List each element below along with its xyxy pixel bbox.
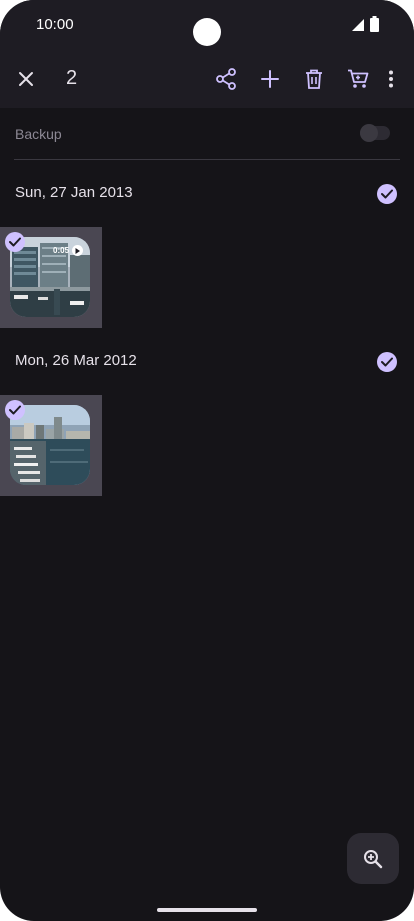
select-group-checkbox[interactable] (377, 352, 397, 372)
status-time: 10:00 (36, 16, 74, 33)
tile-check (5, 232, 25, 252)
tile-check (5, 400, 25, 420)
zoom-in-icon (364, 849, 383, 868)
divider (14, 159, 400, 160)
battery-icon (370, 16, 379, 32)
check-icon (9, 405, 21, 415)
date-header: Sun, 27 Jan 2013 (0, 173, 414, 213)
backup-row: Backup (0, 108, 414, 160)
toggle-knob (360, 124, 378, 142)
backup-label: Backup (15, 126, 62, 142)
share-button[interactable] (204, 50, 248, 108)
share-icon (216, 68, 236, 90)
more-options-button[interactable] (374, 50, 408, 108)
check-icon (381, 189, 393, 199)
play-icon (72, 245, 83, 256)
delete-button[interactable] (292, 50, 336, 108)
home-indicator[interactable] (157, 908, 257, 912)
delete-icon (306, 69, 322, 89)
check-icon (381, 357, 393, 367)
close-icon (19, 72, 33, 86)
video-duration: 0:05 (53, 246, 70, 255)
add-icon (261, 70, 279, 88)
media-tile-video[interactable]: 0:05 (0, 227, 102, 328)
selected-count: 2 (66, 67, 78, 89)
select-group-checkbox[interactable] (377, 184, 397, 204)
date-header: Mon, 26 Mar 2012 (0, 341, 414, 381)
status-bar: 10:00 (0, 0, 414, 50)
date-label: Mon, 26 Mar 2012 (15, 352, 137, 369)
close-button[interactable] (4, 50, 48, 108)
phone-screen: 10:00 2 Backup Sun, 27 Jan 2013 0:05 Mon… (0, 0, 414, 921)
signal-icon (352, 19, 364, 31)
more-vert-icon (389, 70, 393, 88)
backup-toggle[interactable] (360, 124, 390, 142)
check-icon (9, 237, 21, 247)
cart-icon (348, 69, 369, 88)
date-label: Sun, 27 Jan 2013 (15, 184, 133, 201)
zoom-in-button[interactable] (347, 833, 399, 884)
add-button[interactable] (248, 50, 292, 108)
media-tile-photo[interactable] (0, 395, 102, 496)
selection-app-bar: 2 (0, 50, 414, 108)
camera-cutout (193, 18, 221, 46)
